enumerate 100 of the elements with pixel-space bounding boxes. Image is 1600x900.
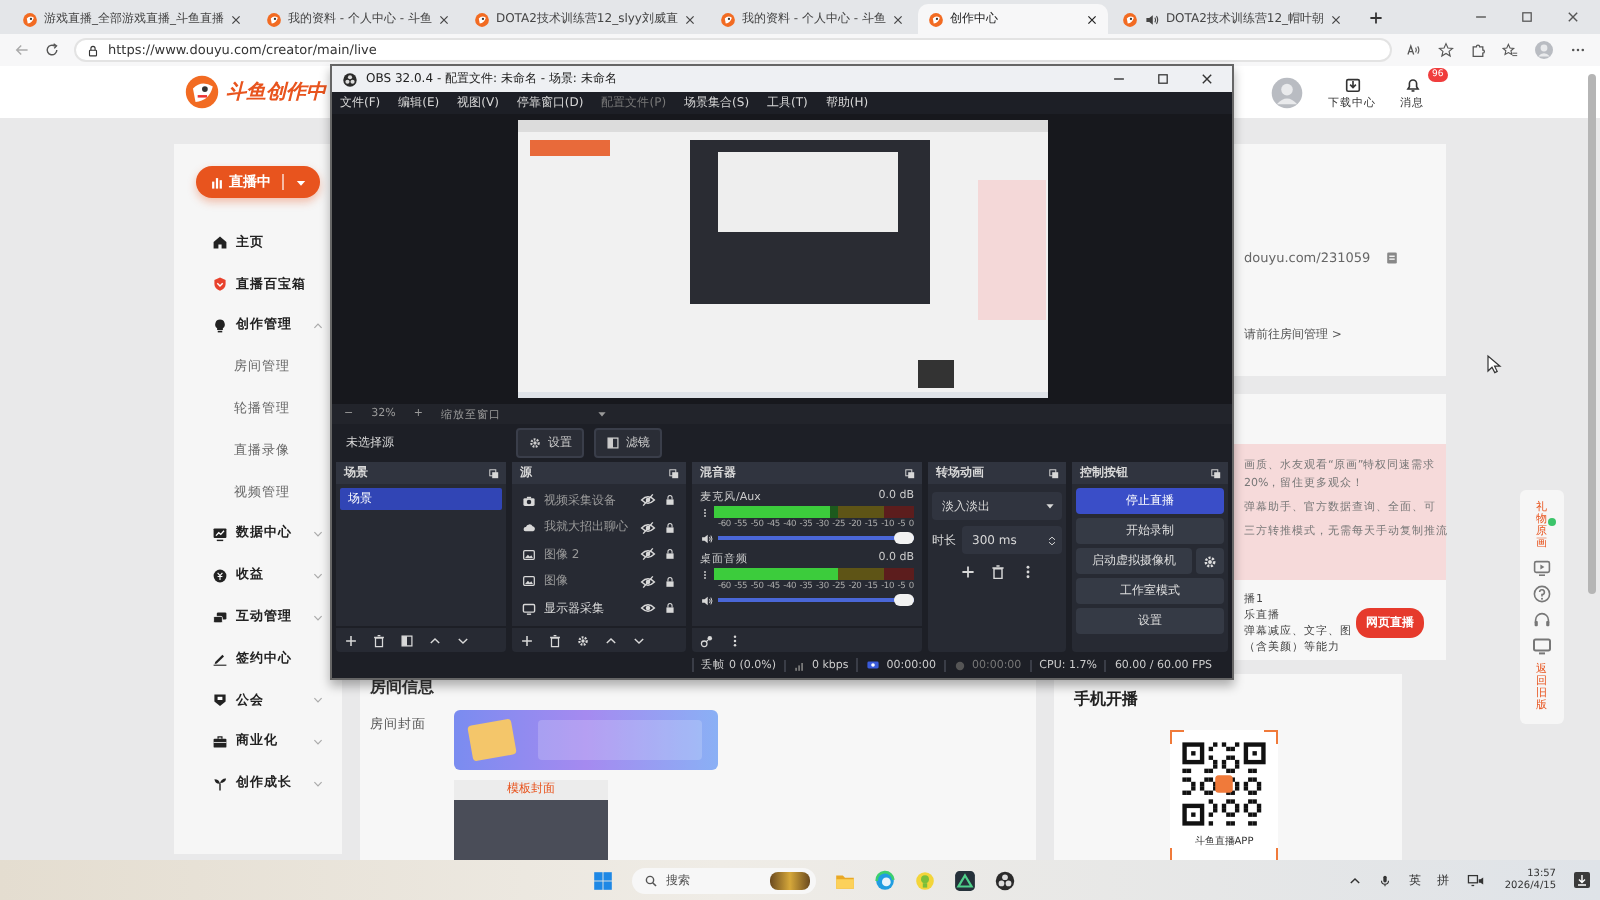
audio-settings-icon[interactable] (700, 633, 714, 647)
favorites-icon[interactable] (1502, 42, 1518, 58)
lock-icon[interactable] (664, 575, 676, 588)
maximize-icon[interactable] (1520, 10, 1534, 24)
close-icon[interactable] (230, 13, 242, 25)
slider-thumb[interactable] (894, 594, 914, 606)
volume-slider[interactable] (718, 594, 914, 606)
image-icon (522, 547, 536, 562)
chat-icon (212, 609, 228, 626)
volume-slider[interactable] (718, 532, 914, 544)
close-icon[interactable] (1330, 13, 1343, 25)
chevron-down-icon[interactable] (456, 633, 470, 647)
help-icon[interactable] (1532, 583, 1552, 604)
speaker-icon[interactable] (1143, 11, 1160, 27)
shield-icon (212, 692, 228, 709)
popout-icon[interactable] (904, 467, 916, 479)
download-icon (1343, 75, 1361, 93)
copy-icon[interactable] (1384, 250, 1401, 266)
chevron-up-icon[interactable] (1348, 873, 1363, 887)
minimize-icon[interactable] (1112, 72, 1126, 86)
eye-slash-icon[interactable] (640, 546, 656, 563)
lock-icon[interactable] (664, 548, 676, 561)
monitor-icon (522, 601, 536, 616)
eye-slash-icon[interactable] (640, 519, 656, 536)
eye-slash-icon[interactable] (640, 573, 656, 590)
search-highlight-image (770, 871, 810, 889)
signal-bars-icon (793, 659, 806, 671)
plus-icon[interactable] (520, 633, 534, 647)
new-dot (1548, 518, 1556, 526)
lock-icon[interactable] (664, 494, 676, 507)
cloud-icon (522, 520, 536, 535)
settings-button[interactable] (1196, 548, 1224, 574)
bars-icon (209, 175, 223, 189)
plus-icon[interactable] (344, 633, 358, 647)
mascot-favicon-icon (1121, 11, 1138, 27)
plus-icon[interactable] (959, 564, 975, 580)
gear-icon (1202, 553, 1218, 569)
speaker-icon[interactable] (700, 531, 714, 545)
popout-icon[interactable] (668, 467, 680, 479)
maximize-icon[interactable] (1156, 72, 1170, 86)
home-icon (212, 234, 228, 251)
gear-icon[interactable] (576, 633, 590, 647)
camera-icon (522, 493, 536, 508)
filter-icon[interactable] (400, 633, 414, 647)
popout-icon[interactable] (1048, 467, 1060, 479)
circle-logo-icon (342, 71, 358, 87)
circle-logo-app-icon[interactable] (994, 869, 1016, 891)
popout-icon[interactable] (1210, 467, 1222, 479)
lock-icon[interactable] (664, 521, 676, 534)
chart-icon (212, 525, 228, 542)
chevron-down-icon[interactable] (632, 633, 646, 647)
sprout-icon (212, 775, 228, 792)
coin-icon (212, 567, 228, 584)
bell-icon (1403, 75, 1421, 93)
close-icon[interactable] (1085, 13, 1098, 25)
close-icon[interactable] (437, 13, 450, 25)
chevron-up-icon[interactable] (604, 633, 618, 647)
trash-icon[interactable] (372, 633, 386, 647)
read-aloud-icon[interactable] (1406, 42, 1422, 58)
new-tab-icon[interactable] (1368, 10, 1385, 26)
notification-icon[interactable] (1572, 870, 1592, 890)
triangle-app-icon[interactable] (954, 869, 976, 891)
chevron-up-icon[interactable] (428, 633, 442, 647)
windows-start-icon[interactable] (592, 869, 614, 891)
monitor-icon[interactable] (1532, 636, 1552, 657)
microphone-icon[interactable] (1378, 873, 1393, 887)
mascot-favicon-icon (719, 11, 736, 27)
gear-icon (528, 436, 542, 450)
mascot-favicon-icon (927, 11, 944, 27)
lock-icon (86, 43, 100, 57)
display-speaker-icon[interactable] (1464, 871, 1489, 889)
pen-icon (212, 650, 228, 667)
eye-icon[interactable] (640, 600, 656, 617)
close-icon[interactable] (891, 13, 904, 25)
popout-icon[interactable] (488, 467, 500, 479)
trash-icon[interactable] (548, 633, 562, 647)
section-title: 手机开播 (1074, 688, 1140, 710)
section-title: 房间信息 (370, 676, 436, 698)
slider-thumb[interactable] (894, 532, 914, 544)
speaker-icon[interactable] (700, 593, 714, 607)
headset-icon[interactable] (1532, 610, 1552, 631)
record-icon (953, 659, 966, 671)
close-icon[interactable] (683, 13, 696, 25)
reload-icon[interactable] (44, 42, 60, 58)
eye-slash-icon[interactable] (640, 492, 656, 509)
browser-icon[interactable] (874, 869, 896, 891)
extensions-icon[interactable] (1470, 42, 1486, 58)
lock-icon[interactable] (664, 602, 676, 615)
more-icon[interactable] (728, 633, 742, 647)
mascot-favicon-icon (473, 11, 490, 27)
minimize-icon[interactable] (1474, 10, 1488, 24)
close-icon[interactable] (1566, 10, 1580, 24)
screen-play-icon[interactable] (1532, 557, 1552, 577)
logo-text: 斗鱼创作中 (226, 79, 326, 106)
mouse-pointer-icon (1484, 354, 1504, 374)
star-icon[interactable] (1438, 42, 1454, 58)
broadcast-icon (866, 658, 881, 672)
mascot-logo-icon (184, 74, 220, 110)
trash-icon[interactable] (989, 564, 1005, 580)
close-icon[interactable] (1200, 72, 1214, 86)
